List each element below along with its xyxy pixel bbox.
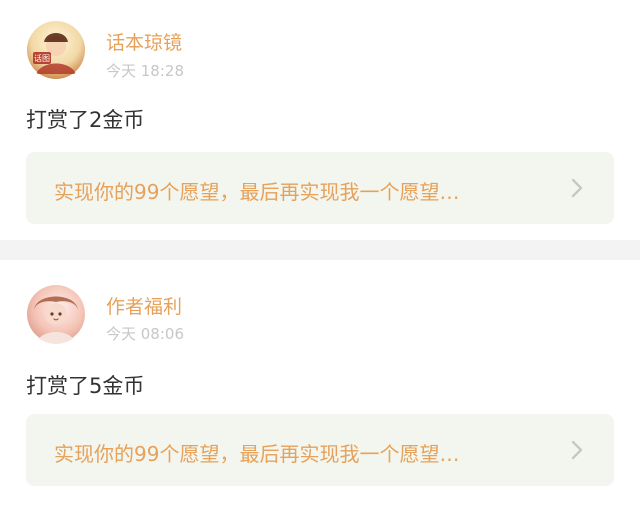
wish-banner[interactable]: 实现你的99个愿望，最后再实现我一个愿望… bbox=[26, 414, 614, 486]
chevron-right-icon bbox=[571, 178, 583, 198]
post-time: 今天 18:28 bbox=[106, 62, 184, 80]
avatar[interactable]: 话图 bbox=[26, 20, 86, 80]
wish-text: 实现你的99个愿望，最后再实现我一个愿望… bbox=[54, 180, 460, 204]
author-name[interactable]: 作者福利 bbox=[106, 292, 182, 319]
chevron-right-icon bbox=[571, 440, 583, 460]
wish-text: 实现你的99个愿望，最后再实现我一个愿望… bbox=[54, 442, 460, 466]
post-time: 今天 08:06 bbox=[106, 325, 184, 343]
avatar[interactable] bbox=[26, 284, 86, 344]
section-divider bbox=[0, 240, 640, 260]
post-card: 话图 话本琼镜 今天 18:28 打赏了2金币 实现你的99个愿望，最后再实现我… bbox=[0, 0, 640, 240]
avatar-badge: 话图 bbox=[34, 53, 50, 63]
reward-text: 打赏了5金币 bbox=[26, 374, 145, 398]
post-card: 作者福利 今天 08:06 打赏了5金币 实现你的99个愿望，最后再实现我一个愿… bbox=[0, 260, 640, 508]
wish-banner[interactable]: 实现你的99个愿望，最后再实现我一个愿望… bbox=[26, 152, 614, 224]
reward-text: 打赏了2金币 bbox=[26, 108, 145, 132]
author-name[interactable]: 话本琼镜 bbox=[106, 28, 182, 55]
